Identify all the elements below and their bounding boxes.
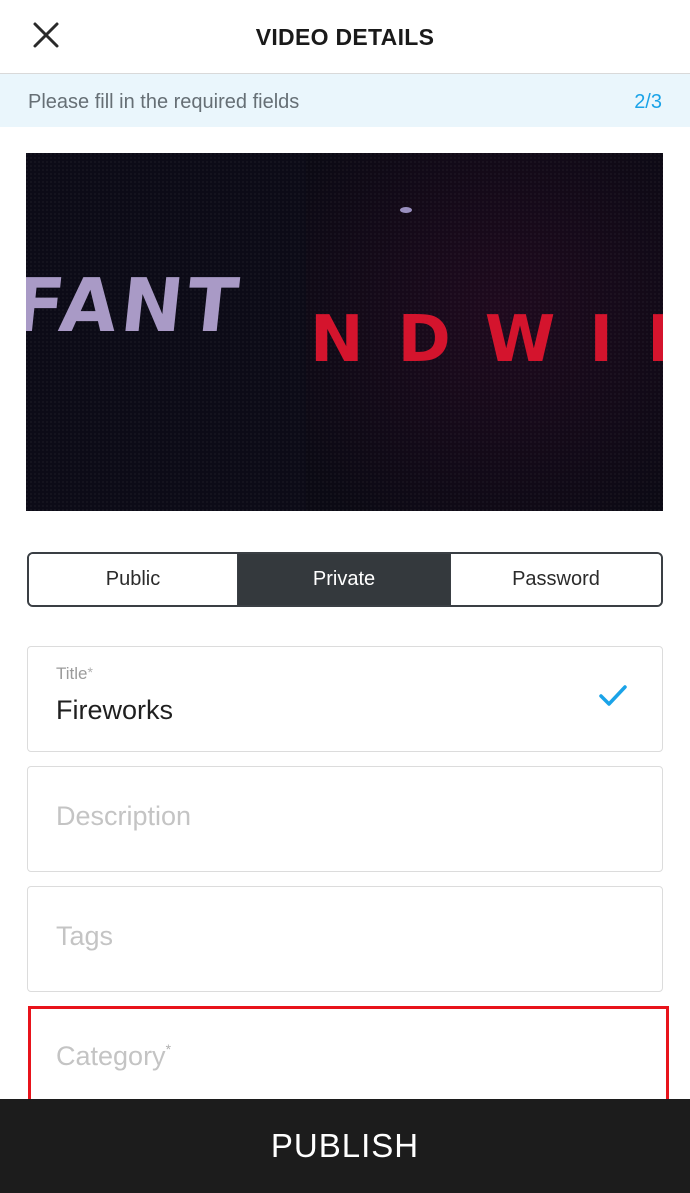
required-fields-banner: Please fill in the required fields 2/3 [0, 74, 690, 127]
required-marker: * [87, 664, 93, 680]
publish-label: PUBLISH [270, 1127, 420, 1164]
tags-field[interactable]: Tags [27, 886, 663, 992]
title-field[interactable]: Title* Fireworks [27, 646, 663, 752]
required-marker: * [165, 1041, 172, 1057]
video-preview[interactable]: FANT NDWIN [26, 153, 663, 511]
light-spot [400, 207, 412, 213]
preview-text-left: FANT [26, 263, 246, 349]
privacy-selector: Public Private Password [27, 552, 663, 607]
description-field[interactable]: Description [27, 766, 663, 872]
page-title: VIDEO DETAILS [255, 24, 435, 50]
top-bar: VIDEO DETAILS [0, 0, 690, 74]
tags-placeholder: Tags [56, 921, 114, 951]
video-details-screen: VIDEO DETAILS Please fill in the require… [0, 0, 690, 1193]
privacy-option-public[interactable]: Public [29, 554, 237, 605]
step-indicator: 2/3 [634, 91, 662, 113]
privacy-option-password[interactable]: Password [451, 554, 661, 605]
checkmark-icon [599, 685, 627, 706]
privacy-option-private[interactable]: Private [237, 554, 451, 605]
banner-message: Please fill in the required fields [28, 91, 300, 113]
preview-text-right: NDWIN [310, 303, 663, 377]
title-label: Title* [56, 664, 93, 683]
publish-button[interactable]: PUBLISH [0, 1099, 690, 1193]
category-field[interactable]: Category* [28, 1006, 669, 1112]
video-thumbnail: FANT NDWIN [26, 153, 663, 511]
category-placeholder: Category* [56, 1041, 172, 1071]
title-value: Fireworks [56, 695, 174, 725]
description-placeholder: Description [56, 801, 192, 831]
